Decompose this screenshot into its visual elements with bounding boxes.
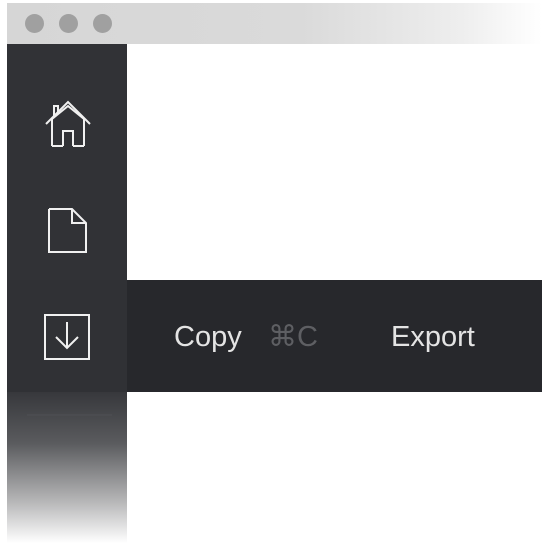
zoom-window-button[interactable] (93, 14, 112, 33)
file-icon[interactable] (44, 206, 94, 256)
close-window-button[interactable] (25, 14, 44, 33)
minimize-window-button[interactable] (59, 14, 78, 33)
home-icon[interactable] (44, 99, 94, 149)
download-icon[interactable] (44, 314, 90, 360)
app-window: Copy ⌘C Export (7, 3, 542, 543)
copy-menu-item[interactable]: Copy (174, 320, 242, 354)
context-menu-bar: Copy ⌘C Export (7, 280, 542, 392)
copy-shortcut: ⌘C (268, 321, 318, 353)
title-bar (7, 3, 542, 44)
export-menu-item[interactable]: Export (391, 320, 475, 354)
sidebar-divider (27, 414, 112, 416)
